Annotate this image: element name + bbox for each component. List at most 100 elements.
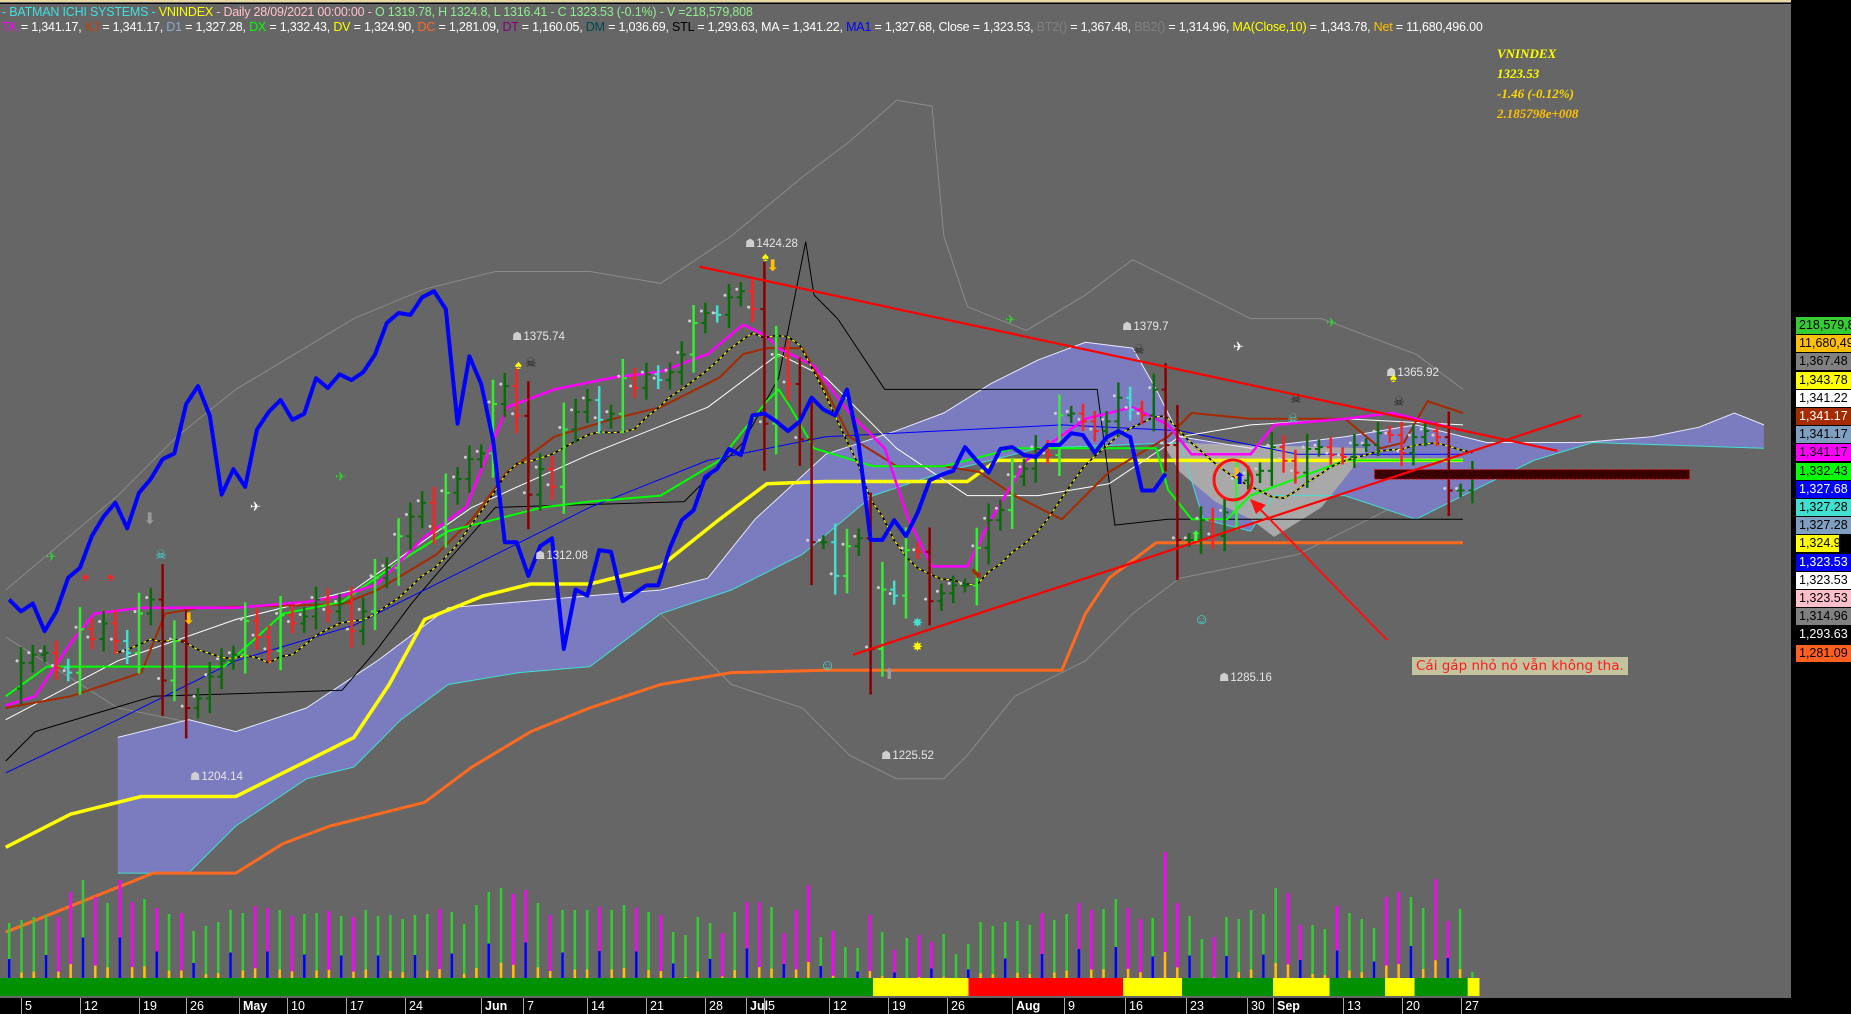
close-dot <box>699 309 703 313</box>
close-dot <box>393 532 397 536</box>
price-chart[interactable] <box>0 0 1851 1014</box>
indicator-value: = 11,680,496.00 <box>1392 20 1483 34</box>
close-dot <box>1136 411 1140 415</box>
close-dot <box>109 637 113 641</box>
date-tick-label: 30 <box>1247 998 1265 1014</box>
indicator-values-line: TK = 1,341.17, KJ = 1,341.17, D1 = 1,327… <box>2 20 1483 34</box>
price-bar <box>416 491 427 529</box>
star-icon: ✸ <box>912 639 923 654</box>
price-bar <box>133 592 143 674</box>
price-bar <box>900 527 910 619</box>
price-bar <box>735 282 745 307</box>
price-bar <box>546 456 556 500</box>
plane-icon: ✈ <box>46 549 57 564</box>
price-axis-label: 1,314.96 <box>1796 608 1851 626</box>
low-label: ☗1225.52 <box>881 748 934 762</box>
bag-icon: ☗ <box>535 550 546 562</box>
close-dot <box>1219 508 1223 512</box>
arrow-up-icon: ⬆ <box>883 666 896 683</box>
close-dot <box>1006 473 1010 477</box>
close-dot <box>357 607 361 611</box>
skull-icon: ☠ <box>1133 342 1145 357</box>
gap-zone <box>1373 469 1691 480</box>
signal-strip-segment <box>1385 978 1415 996</box>
close-dot <box>98 619 102 623</box>
chikou-span-line <box>7 289 1168 651</box>
spade-icon: ♠ <box>515 357 522 372</box>
indicator-name: DT <box>502 20 519 34</box>
ohlc-values: O 1319.78, H 1324.8, L 1316.41 - C 1323.… <box>374 5 657 19</box>
volume-value: - V =218,579,808 <box>656 5 753 19</box>
price-bar <box>888 580 899 605</box>
price-bar <box>924 527 934 626</box>
arrow-down-icon: ⬇ <box>143 511 157 528</box>
indicator-value: = 1,332.43, <box>266 20 334 34</box>
close-dot <box>1077 417 1081 421</box>
close-dot <box>62 669 66 673</box>
trough-label: ☗1312.08 <box>535 548 588 562</box>
close-dot <box>1065 409 1069 413</box>
close-dot <box>310 596 314 600</box>
smiley-icon: ☺ <box>1194 611 1210 628</box>
close-dot <box>1183 536 1187 540</box>
indicator-value: = 1,367.48, <box>1066 20 1135 34</box>
info-box: VNINDEX 1323.53 -1.46 (-0.12%) 2.185798e… <box>1497 44 1578 124</box>
close-dot <box>735 287 739 291</box>
skull-icon: ☠ <box>1290 391 1302 406</box>
close-dot <box>652 376 656 380</box>
close-dot <box>204 673 208 677</box>
price-bar <box>876 561 887 677</box>
date-tick-label: 9 <box>1064 998 1075 1014</box>
trough-value: 1285.16 <box>1230 672 1272 684</box>
info-change: -1.46 (-0.12%) <box>1497 86 1574 101</box>
close-dot <box>1101 417 1105 421</box>
close-dot <box>39 649 43 653</box>
close-dot <box>180 704 184 708</box>
price-bar <box>699 302 710 334</box>
close-dot <box>1407 433 1411 437</box>
close-dot <box>817 538 821 542</box>
peak-value: 1365.92 <box>1397 367 1439 379</box>
indicator-value: = 1,036.69, <box>604 20 673 34</box>
close-dot <box>593 416 597 420</box>
close-dot <box>1443 487 1447 491</box>
price-bar <box>157 564 167 716</box>
close-dot <box>86 635 90 639</box>
price-bar <box>216 648 226 690</box>
close-dot <box>664 368 668 372</box>
price-bar <box>688 305 698 373</box>
trough-value: 1204.14 <box>201 771 243 783</box>
price-bar <box>204 661 214 713</box>
price-bar <box>841 528 851 594</box>
price-bar <box>640 362 651 400</box>
price-axis-label: 1,341.17 <box>1796 444 1851 462</box>
indicator-value: = 1,341.22, <box>778 20 847 34</box>
close-dot <box>1337 453 1341 457</box>
period-label: - Daily 28/09/2021 00:00:00 - <box>212 5 375 19</box>
close-dot <box>676 351 680 355</box>
close-dot <box>1360 441 1364 445</box>
close-dot <box>570 408 574 412</box>
close-dot <box>605 410 609 414</box>
close-dot <box>876 586 880 590</box>
price-axis-label: 1,343.78 <box>1796 371 1851 389</box>
trough-value: 1312.08 <box>546 550 588 562</box>
close-dot <box>924 597 928 601</box>
close-dot <box>723 293 727 297</box>
price-bar <box>168 620 179 702</box>
close-dot <box>50 664 54 668</box>
close-dot <box>1289 469 1293 473</box>
close-dot <box>404 512 408 516</box>
close-dot <box>581 396 585 400</box>
close-dot <box>971 544 975 548</box>
close-dot <box>688 319 692 323</box>
signal-strip-segment <box>872 978 969 996</box>
close-dot <box>275 611 279 615</box>
price-bar <box>534 453 545 511</box>
date-tick-label: 26 <box>186 998 204 1014</box>
skull-icon: ☠ <box>155 547 167 562</box>
arrow-up-icon: ⬆ <box>1190 528 1202 544</box>
close-dot <box>345 627 349 631</box>
indicator-value: = 1,324.90, <box>350 20 418 34</box>
date-tick-label: 12 <box>80 998 98 1014</box>
